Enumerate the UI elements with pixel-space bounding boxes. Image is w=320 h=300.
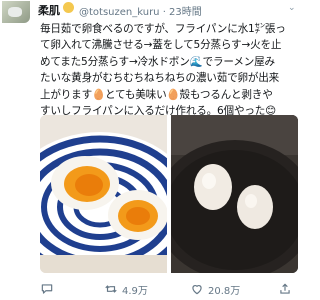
handle-and-time[interactable]: @totsuzen_kuru · 23時間 [79, 3, 202, 18]
reply-button[interactable] [40, 280, 58, 298]
heart-icon [192, 285, 202, 295]
retweet-button[interactable]: 4.9万 [104, 280, 148, 298]
soft-boiled-eggs-photo[interactable] [40, 115, 167, 273]
eggs-in-pan-photo[interactable] [171, 115, 298, 273]
like-button[interactable]: 20.8万 [190, 280, 240, 298]
retweet-count: 4.9万 [122, 285, 148, 297]
tweet-actions: 4.9万 20.8万 [40, 280, 298, 298]
like-count: 20.8万 [208, 285, 241, 297]
tweet-media[interactable] [40, 115, 298, 273]
share-button[interactable] [278, 280, 292, 298]
tweet-text: 毎日茹で卵食べるのですが、フライパンに水1㌢張っ て卵入れて沸騰させる→蓋をして… [40, 23, 286, 118]
reply-icon [41, 284, 53, 294]
display-name[interactable]: 柔肌 [38, 2, 60, 18]
chevron-down-icon[interactable]: ⌄ [288, 4, 296, 13]
avatar[interactable] [2, 1, 30, 23]
plate-with-eggs-image [40, 115, 167, 273]
retweet-icon [105, 285, 117, 293]
share-icon [280, 283, 290, 294]
moon-emoji-icon [63, 2, 74, 13]
frying-pan-image [171, 115, 298, 273]
